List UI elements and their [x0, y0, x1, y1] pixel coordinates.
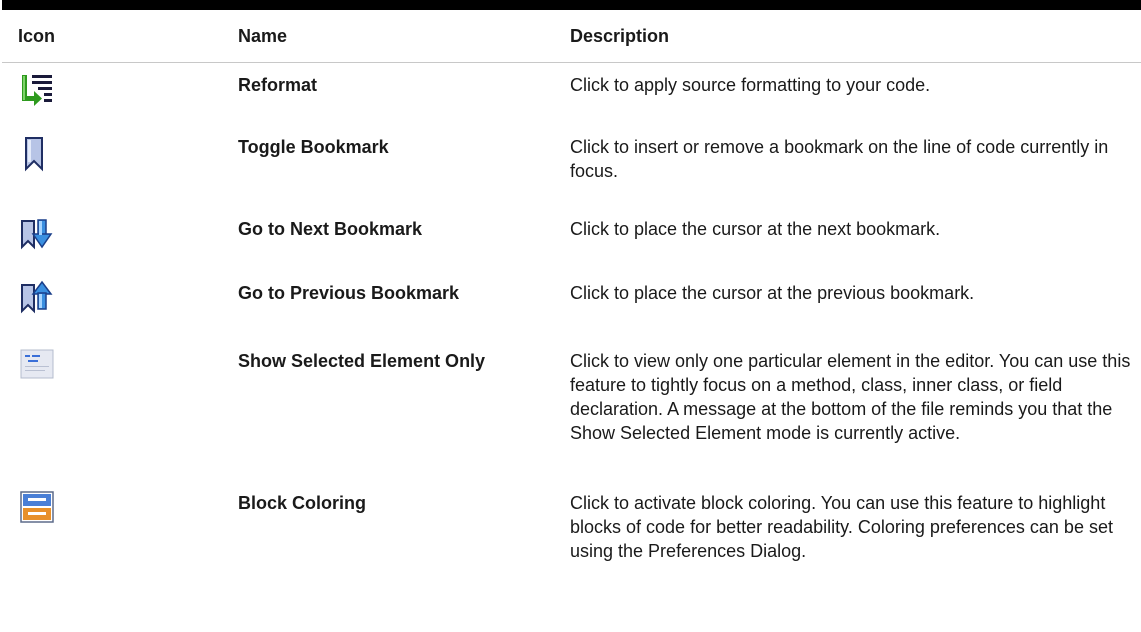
table-top-rule — [2, 0, 1141, 10]
header-description: Description — [558, 10, 1141, 63]
row-description: Click to view only one particular elemen… — [570, 351, 1131, 443]
row-name: Block Coloring — [238, 493, 367, 513]
show-selected-element-icon — [20, 349, 218, 379]
row-name: Go to Previous Bookmark — [238, 283, 460, 303]
row-description: Click to place the cursor at the next bo… — [570, 219, 941, 239]
table-row: Reformat Click to apply source formattin… — [2, 63, 1141, 126]
table-row: Go to Previous Bookmark Click to place t… — [2, 269, 1141, 339]
row-description: Click to place the cursor at the previou… — [570, 283, 975, 303]
table-row: Block Coloring Click to activate block c… — [2, 481, 1141, 591]
table-row: Go to Next Bookmark Click to place the c… — [2, 207, 1141, 269]
row-name: Show Selected Element Only — [238, 351, 486, 371]
reformat-icon — [20, 73, 218, 107]
row-name: Reformat — [238, 75, 318, 95]
header-icon: Icon — [2, 10, 218, 63]
table-row: Show Selected Element Only Click to view… — [2, 339, 1141, 481]
previous-bookmark-icon — [20, 279, 218, 315]
toolbar-icons-table: Icon Name Description Reformat Click to … — [2, 10, 1141, 591]
row-name: Go to Next Bookmark — [238, 219, 423, 239]
row-description: Click to activate block coloring. You ca… — [570, 493, 1113, 561]
row-description: Click to apply source formatting to your… — [570, 75, 931, 95]
row-name: Toggle Bookmark — [238, 137, 389, 157]
bookmark-icon — [20, 135, 218, 173]
header-name: Name — [218, 10, 558, 63]
block-coloring-icon — [20, 491, 218, 523]
table-row: Toggle Bookmark Click to insert or remov… — [2, 125, 1141, 207]
next-bookmark-icon — [20, 217, 218, 251]
table-header-row: Icon Name Description — [2, 10, 1141, 63]
row-description: Click to insert or remove a bookmark on … — [570, 137, 1109, 181]
